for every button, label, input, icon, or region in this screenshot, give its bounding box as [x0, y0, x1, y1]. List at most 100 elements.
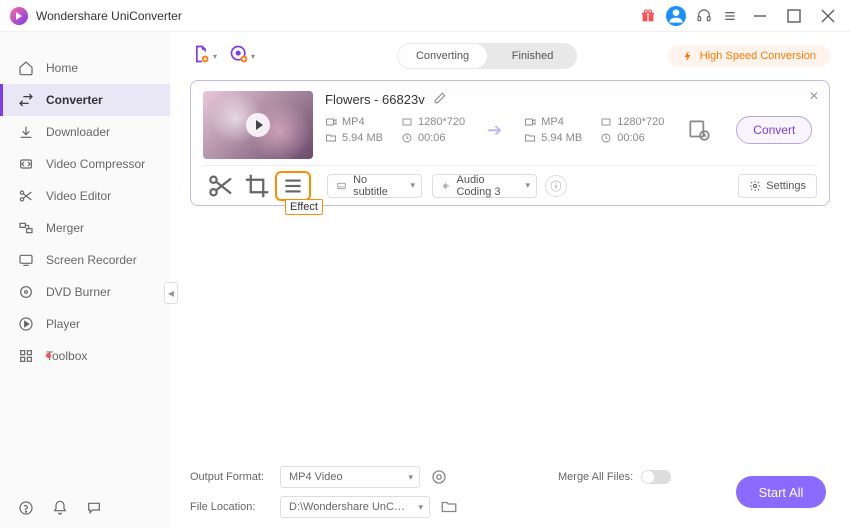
sidebar-item-recorder[interactable]: Screen Recorder: [0, 244, 170, 276]
crop-button[interactable]: [239, 171, 275, 201]
merge-label: Merge All Files:: [558, 471, 633, 483]
subtitle-select[interactable]: No subtitle: [327, 174, 422, 198]
file-location-select[interactable]: D:\Wondershare UnConverter 1: [280, 496, 430, 518]
titlebar: Wondershare UniConverter: [0, 0, 850, 32]
file-location-label: File Location:: [190, 501, 270, 513]
target-resolution: 1280*720: [600, 116, 664, 128]
task-close-button[interactable]: ✕: [809, 89, 819, 103]
sidebar-item-label: Downloader: [46, 125, 110, 139]
file-plus-icon: [191, 44, 211, 69]
high-speed-toggle[interactable]: High Speed Conversion: [668, 45, 830, 67]
add-file-button[interactable]: ▾: [190, 42, 218, 70]
settings-button[interactable]: Settings: [738, 174, 817, 198]
folder-icon: [524, 132, 536, 144]
output-settings-button[interactable]: [686, 117, 712, 143]
format-settings-icon[interactable]: [430, 468, 448, 486]
footer: Output Format: MP4 Video Merge All Files…: [170, 456, 850, 528]
task-name: Flowers - 66823v: [325, 91, 817, 108]
sidebar-item-merger[interactable]: Merger: [0, 212, 170, 244]
sidebar-item-toolbox[interactable]: Toolbox: [0, 340, 170, 372]
feedback-icon[interactable]: [86, 500, 102, 516]
video-thumbnail[interactable]: [203, 91, 313, 159]
sidebar-item-player[interactable]: Player: [0, 308, 170, 340]
player-icon: [18, 316, 34, 332]
compressor-icon: [18, 156, 34, 172]
sidebar-item-label: Video Editor: [46, 189, 111, 203]
sidebar-item-label: Video Compressor: [46, 157, 145, 171]
sidebar-item-label: Home: [46, 61, 78, 75]
resolution-icon: [401, 116, 413, 128]
toolbox-icon: [18, 348, 34, 364]
arrow-right-icon: ➔: [487, 120, 502, 141]
add-dvd-button[interactable]: ▾: [228, 42, 256, 70]
effect-tooltip: Effect: [285, 199, 323, 215]
merger-icon: [18, 220, 34, 236]
play-icon: [246, 113, 270, 137]
sidebar-item-label: Screen Recorder: [46, 253, 137, 267]
scissors-icon: [18, 188, 34, 204]
headset-icon[interactable]: [696, 8, 712, 24]
resolution-icon: [600, 116, 612, 128]
video-icon: [524, 116, 536, 128]
sidebar-item-label: DVD Burner: [46, 285, 111, 299]
tab-converting[interactable]: Converting: [398, 44, 487, 68]
video-icon: [325, 116, 337, 128]
sidebar-item-label: Converter: [46, 93, 103, 107]
tabs: Converting Finished: [397, 43, 577, 69]
menu-icon[interactable]: [722, 8, 738, 24]
dvd-plus-icon: [229, 44, 249, 69]
topbar: ▾ ▾ Converting Finished High Speed Conve…: [170, 32, 850, 80]
target-size: 5.94 MB: [524, 132, 586, 144]
sidebar-item-dvd[interactable]: DVD Burner: [0, 276, 170, 308]
clock-icon: [600, 132, 612, 144]
chevron-down-icon: ▾: [251, 52, 255, 61]
source-resolution: 1280*720: [401, 116, 465, 128]
minimize-button[interactable]: [748, 4, 772, 28]
gift-icon[interactable]: [640, 8, 656, 24]
converter-icon: [18, 92, 34, 108]
audio-select[interactable]: Audio Coding 3: [432, 174, 537, 198]
app-logo: [10, 7, 28, 25]
user-avatar[interactable]: [666, 6, 686, 26]
sidebar-collapse-button[interactable]: ◀: [164, 282, 178, 304]
bolt-icon: [682, 50, 694, 62]
tab-finished[interactable]: Finished: [488, 43, 577, 69]
sidebar-item-editor[interactable]: Video Editor: [0, 180, 170, 212]
maximize-button[interactable]: [782, 4, 806, 28]
sidebar-item-label: Merger: [46, 221, 84, 235]
sidebar-item-downloader[interactable]: Downloader: [0, 116, 170, 148]
close-button[interactable]: [816, 4, 840, 28]
sidebar-item-compressor[interactable]: Video Compressor: [0, 148, 170, 180]
gear-icon: [749, 180, 761, 192]
merge-toggle[interactable]: [641, 470, 671, 484]
app-title: Wondershare UniConverter: [36, 9, 182, 23]
sidebar-item-converter[interactable]: Converter: [0, 84, 170, 116]
edit-name-button[interactable]: [433, 91, 447, 108]
target-format: MP4: [524, 116, 586, 128]
download-icon: [18, 124, 34, 140]
task-card: ✕ Flowers - 66823v MP4 5.94 MB 1280*720: [190, 80, 830, 206]
convert-button[interactable]: Convert: [736, 116, 812, 144]
output-format-label: Output Format:: [190, 471, 270, 483]
output-format-select[interactable]: MP4 Video: [280, 466, 420, 488]
home-icon: [18, 60, 34, 76]
clock-icon: [401, 132, 413, 144]
sidebar: Home Converter Downloader Video Compress…: [0, 32, 170, 528]
source-size: 5.94 MB: [325, 132, 387, 144]
audio-icon: [441, 180, 450, 192]
dvd-icon: [18, 284, 34, 300]
source-format: MP4: [325, 116, 387, 128]
sidebar-item-label: Toolbox: [46, 349, 87, 363]
sidebar-item-label: Player: [46, 317, 80, 331]
recorder-icon: [18, 252, 34, 268]
start-all-button[interactable]: Start All: [736, 476, 826, 508]
sidebar-item-home[interactable]: Home: [0, 52, 170, 84]
help-icon[interactable]: [18, 500, 34, 516]
open-folder-icon[interactable]: [440, 498, 458, 516]
source-duration: 00:06: [401, 132, 465, 144]
info-button[interactable]: ⓘ: [545, 175, 567, 197]
subtitle-icon: [336, 180, 347, 192]
trim-button[interactable]: [203, 171, 239, 201]
effect-button[interactable]: Effect: [275, 171, 311, 201]
bell-icon[interactable]: [52, 500, 68, 516]
